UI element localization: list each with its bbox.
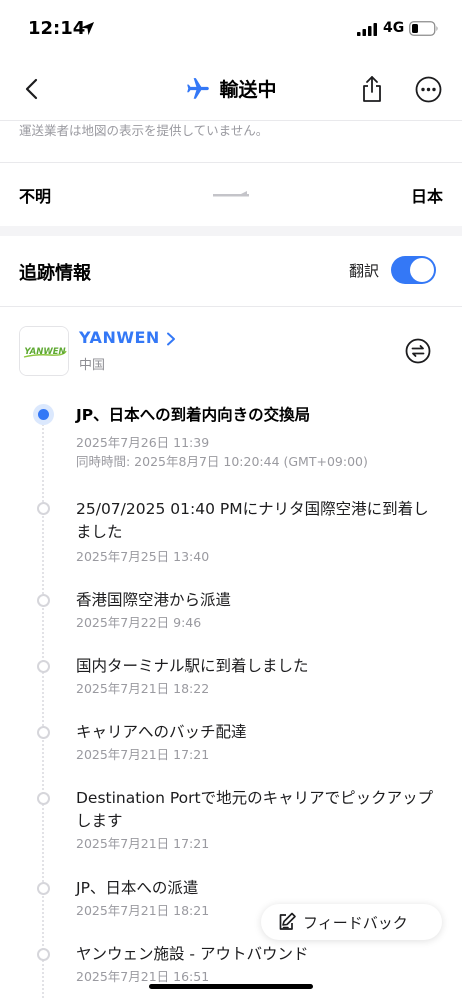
timeline-dot — [37, 594, 50, 607]
timeline-dot — [37, 726, 50, 739]
carrier-logo: YANWEN — [19, 326, 69, 376]
feedback-button[interactable]: フィードバック — [261, 904, 442, 940]
event-date: 2025年7月26日 11:39 — [76, 435, 210, 450]
toggle-knob — [410, 258, 434, 282]
nav-title-group: 輸送中 — [0, 75, 462, 102]
airplane-icon — [187, 77, 210, 99]
route-summary: 不明 日本 — [0, 163, 462, 226]
map-unavailable-note: 運送業者は地図の表示を提供していません。 — [19, 123, 269, 138]
route-origin: 不明 — [19, 187, 52, 206]
event-date: 2025年7月22日 9:46 — [76, 615, 202, 630]
tracking-title: 追跡情報 — [19, 263, 91, 284]
tracking-header: 追跡情報 翻訳 — [0, 236, 462, 306]
timeline-dot — [37, 792, 50, 805]
location-arrow-icon — [80, 21, 95, 36]
event-description: キャリアへのバッチ配達 — [76, 723, 247, 741]
more-options-icon[interactable] — [415, 76, 442, 103]
yanwen-logo-icon: YANWEN — [20, 327, 68, 375]
timeline-dot — [37, 882, 50, 895]
section-separator — [0, 226, 462, 236]
feedback-label: フィードバック — [303, 913, 408, 932]
home-indicator[interactable] — [149, 984, 313, 989]
event-date: 2025年7月21日 18:22 — [76, 681, 210, 696]
timeline-dot — [37, 948, 50, 961]
timeline-dot — [37, 660, 50, 673]
swap-carrier-icon[interactable] — [405, 338, 431, 364]
share-icon[interactable] — [360, 75, 384, 103]
event-sync-time: 同時時間: 2025年8月7日 10:20:44 (GMT+09:00) — [76, 454, 368, 469]
carrier-country: 中国 — [79, 358, 106, 373]
route-arrow-icon — [213, 191, 249, 197]
event-description: Destination Portで地元のキャリアでピックアップします — [76, 789, 434, 830]
event-date: 2025年7月25日 13:40 — [76, 549, 210, 564]
chevron-right-icon[interactable] — [166, 332, 176, 346]
event-description: 25/07/2025 01:40 PMにナリタ国際空港に到着しました — [76, 500, 429, 541]
status-bar: 12:14 4G — [0, 0, 462, 58]
event-date: 2025年7月21日 17:21 — [76, 836, 210, 851]
event-date: 2025年7月21日 18:21 — [76, 903, 210, 918]
edit-note-icon — [279, 912, 296, 930]
translate-label: 翻訳 — [349, 262, 380, 280]
carrier-row: YANWEN YANWEN 中国 — [0, 306, 462, 396]
timeline-dot — [37, 502, 50, 515]
network-type: 4G — [383, 20, 405, 36]
event-description: JP、日本への派遣 — [76, 879, 199, 897]
event-date: 2025年7月21日 16:51 — [76, 969, 210, 984]
timeline-dot-active — [33, 404, 54, 425]
svg-text:YANWEN: YANWEN — [24, 347, 65, 357]
battery-icon — [409, 21, 438, 36]
event-description: JP、日本への到着内向きの交換局 — [76, 406, 311, 424]
cellular-signal-icon — [357, 23, 377, 36]
event-date: 2025年7月21日 17:21 — [76, 747, 210, 762]
navigation-bar: 輸送中 — [0, 58, 462, 120]
page-title: 輸送中 — [219, 79, 277, 101]
event-description: 国内ターミナル駅に到着しました — [76, 657, 309, 675]
event-description: 香港国際空港から派遣 — [76, 591, 232, 609]
route-destination: 日本 — [410, 187, 443, 206]
event-description: ヤンウェン施設 - アウトバウンド — [76, 945, 309, 963]
status-time: 12:14 — [28, 18, 86, 39]
carrier-name-link[interactable]: YANWEN — [79, 328, 160, 347]
translate-toggle[interactable] — [391, 256, 436, 284]
